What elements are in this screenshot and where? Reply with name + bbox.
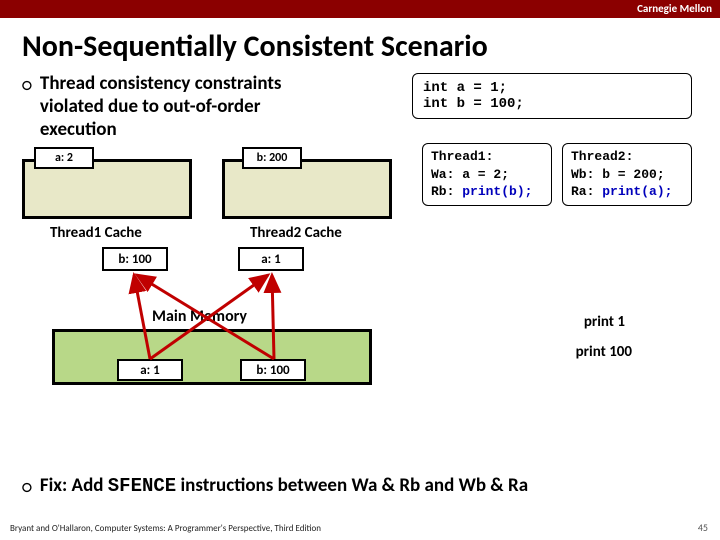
thread1-name: Thread1: — [431, 148, 543, 166]
init-code-box: int a = 1; int b = 100; — [412, 73, 692, 119]
init-line2: int b = 100; — [423, 96, 681, 112]
slide-title: Non-Sequentially Consistent Scenario — [0, 18, 720, 73]
init-line1: int a = 1; — [423, 80, 681, 96]
bullet-fix: Fix: Add SFENCE instructions between Wa … — [22, 475, 698, 499]
mem-b: b: 100 — [240, 359, 306, 381]
page-number: 45 — [698, 521, 708, 534]
mem-block — [52, 329, 372, 385]
cache1-label: Thread1 Cache — [50, 224, 142, 242]
thread2-name: Thread2: — [571, 148, 683, 166]
reg-b: b: 200 — [242, 147, 302, 169]
print-1: print 1 — [584, 313, 625, 331]
print-100: print 100 — [576, 343, 632, 361]
thread2-box: Thread2: Wb: b = 200; Ra: print(a); — [562, 143, 692, 206]
thread1-rb: Rb: print(b); — [431, 183, 543, 201]
thread1-box: Thread1: Wa: a = 2; Rb: print(b); — [422, 143, 552, 206]
thread1-wa: Wa: a = 2; — [431, 166, 543, 184]
cache2-label: Thread2 Cache — [250, 224, 342, 242]
thread2-ra: Ra: print(a); — [571, 183, 683, 201]
bullet-violation-text: Thread consistency constraints violated … — [40, 73, 340, 141]
mem-a: a: 1 — [117, 359, 183, 381]
cache1-value: b: 100 — [102, 247, 168, 271]
reg-a: a: 2 — [34, 147, 94, 169]
brand-text: Carnegie Mellon — [637, 2, 712, 15]
cache2-value: a: 1 — [238, 247, 304, 271]
footer-credits: Bryant and O'Hallaron, Computer Systems:… — [10, 523, 321, 534]
bullet-fix-text: Fix: Add SFENCE instructions between Wa … — [40, 475, 528, 498]
mem-label: Main Memory — [152, 307, 247, 326]
thread2-wb: Wb: b = 200; — [571, 166, 683, 184]
brand-bar: Carnegie Mellon — [0, 0, 720, 18]
